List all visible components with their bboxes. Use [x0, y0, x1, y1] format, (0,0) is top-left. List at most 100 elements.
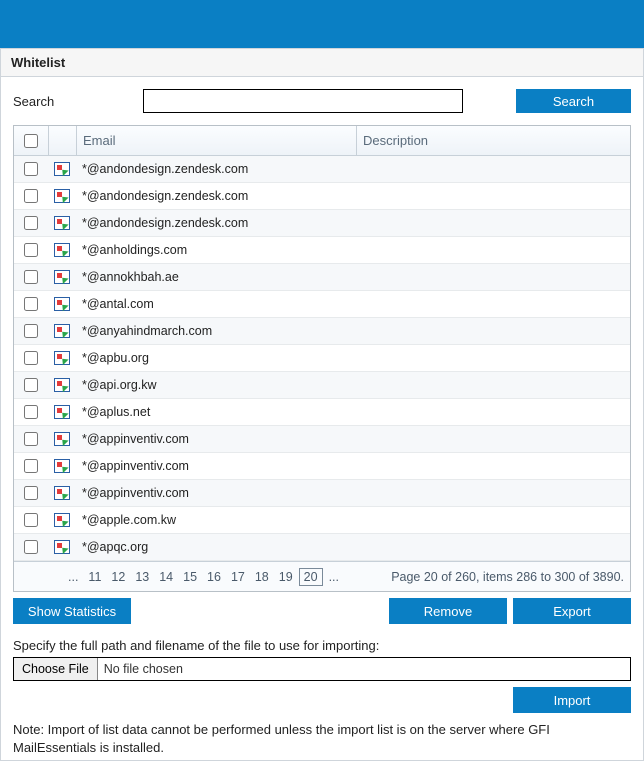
row-check-cell: [14, 486, 48, 500]
table-row[interactable]: *@appinventiv.com: [14, 426, 630, 453]
header-email[interactable]: Email: [76, 126, 356, 155]
whitelist-entry-icon: [54, 459, 70, 473]
row-check-cell: [14, 351, 48, 365]
row-icon-cell: [48, 405, 76, 419]
top-bar: [0, 0, 644, 48]
row-email: *@annokhbah.ae: [76, 270, 356, 284]
row-check-cell: [14, 189, 48, 203]
row-email: *@antal.com: [76, 297, 356, 311]
whitelist-entry-icon: [54, 513, 70, 527]
row-check-cell: [14, 324, 48, 338]
row-icon-cell: [48, 540, 76, 554]
whitelist-panel: Whitelist Search Search Email Descriptio…: [0, 48, 644, 761]
row-check-cell: [14, 270, 48, 284]
row-checkbox[interactable]: [24, 486, 38, 500]
row-check-cell: [14, 459, 48, 473]
pager-page-11[interactable]: 11: [84, 568, 105, 586]
action-row: Show Statistics Remove Export: [13, 598, 631, 624]
table-row[interactable]: *@andondesign.zendesk.com: [14, 156, 630, 183]
pager-page-14[interactable]: 14: [155, 568, 177, 586]
table-row[interactable]: *@apple.com.kw: [14, 507, 630, 534]
select-all-checkbox[interactable]: [24, 134, 38, 148]
row-checkbox[interactable]: [24, 324, 38, 338]
row-checkbox[interactable]: [24, 459, 38, 473]
whitelist-entry-icon: [54, 540, 70, 554]
row-icon-cell: [48, 324, 76, 338]
whitelist-entry-icon: [54, 378, 70, 392]
row-checkbox[interactable]: [24, 540, 38, 554]
choose-file-button[interactable]: Choose File: [14, 658, 98, 680]
whitelist-entry-icon: [54, 243, 70, 257]
pager-page-18[interactable]: 18: [251, 568, 273, 586]
pager-page-13[interactable]: 13: [131, 568, 153, 586]
row-icon-cell: [48, 378, 76, 392]
row-checkbox[interactable]: [24, 513, 38, 527]
row-checkbox[interactable]: [24, 270, 38, 284]
row-check-cell: [14, 378, 48, 392]
row-icon-cell: [48, 243, 76, 257]
search-input[interactable]: [143, 89, 463, 113]
row-checkbox[interactable]: [24, 378, 38, 392]
show-statistics-button[interactable]: Show Statistics: [13, 598, 131, 624]
table-row[interactable]: *@api.org.kw: [14, 372, 630, 399]
row-checkbox[interactable]: [24, 243, 38, 257]
pager-page-19[interactable]: 19: [275, 568, 297, 586]
table-row[interactable]: *@appinventiv.com: [14, 453, 630, 480]
panel-content: Search Search Email Description *@andond…: [1, 77, 643, 760]
whitelist-entry-icon: [54, 432, 70, 446]
whitelist-entry-icon: [54, 405, 70, 419]
row-email: *@appinventiv.com: [76, 432, 356, 446]
table-row[interactable]: *@aplus.net: [14, 399, 630, 426]
whitelist-entry-icon: [54, 189, 70, 203]
row-checkbox[interactable]: [24, 216, 38, 230]
table-row[interactable]: *@andondesign.zendesk.com: [14, 183, 630, 210]
pager-next-ellipsis[interactable]: ...: [325, 568, 343, 586]
pager-page-20[interactable]: 20: [299, 568, 323, 586]
pager-prev-ellipsis[interactable]: ...: [64, 568, 82, 586]
whitelist-entry-icon: [54, 486, 70, 500]
import-button[interactable]: Import: [513, 687, 631, 713]
row-checkbox[interactable]: [24, 405, 38, 419]
table-row[interactable]: *@apqc.org: [14, 534, 630, 561]
row-icon-cell: [48, 459, 76, 473]
table-row[interactable]: *@antal.com: [14, 291, 630, 318]
row-checkbox[interactable]: [24, 432, 38, 446]
panel-title: Whitelist: [1, 49, 643, 77]
table-row[interactable]: *@andondesign.zendesk.com: [14, 210, 630, 237]
grid-header: Email Description: [14, 126, 630, 156]
whitelist-entry-icon: [54, 324, 70, 338]
row-icon-cell: [48, 351, 76, 365]
remove-button[interactable]: Remove: [389, 598, 507, 624]
row-checkbox[interactable]: [24, 189, 38, 203]
row-icon-cell: [48, 297, 76, 311]
table-row[interactable]: *@anyahindmarch.com: [14, 318, 630, 345]
pager-page-12[interactable]: 12: [107, 568, 129, 586]
search-button[interactable]: Search: [516, 89, 631, 113]
row-email: *@apqc.org: [76, 540, 356, 554]
whitelist-entry-icon: [54, 270, 70, 284]
grid-body: *@andondesign.zendesk.com*@andondesign.z…: [14, 156, 630, 561]
row-checkbox[interactable]: [24, 351, 38, 365]
whitelist-entry-icon: [54, 216, 70, 230]
row-check-cell: [14, 243, 48, 257]
pager-page-16[interactable]: 16: [203, 568, 225, 586]
header-description[interactable]: Description: [356, 126, 630, 155]
row-checkbox[interactable]: [24, 297, 38, 311]
table-row[interactable]: *@apbu.org: [14, 345, 630, 372]
row-icon-cell: [48, 270, 76, 284]
page-info: Page 20 of 260, items 286 to 300 of 3890…: [391, 570, 624, 584]
row-checkbox[interactable]: [24, 162, 38, 176]
table-row[interactable]: *@annokhbah.ae: [14, 264, 630, 291]
export-button[interactable]: Export: [513, 598, 631, 624]
pager-page-17[interactable]: 17: [227, 568, 249, 586]
row-email: *@apple.com.kw: [76, 513, 356, 527]
row-check-cell: [14, 216, 48, 230]
row-check-cell: [14, 297, 48, 311]
row-email: *@anholdings.com: [76, 243, 356, 257]
table-row[interactable]: *@anholdings.com: [14, 237, 630, 264]
row-email: *@api.org.kw: [76, 378, 356, 392]
row-check-cell: [14, 540, 48, 554]
row-email: *@appinventiv.com: [76, 459, 356, 473]
table-row[interactable]: *@appinventiv.com: [14, 480, 630, 507]
pager-page-15[interactable]: 15: [179, 568, 201, 586]
